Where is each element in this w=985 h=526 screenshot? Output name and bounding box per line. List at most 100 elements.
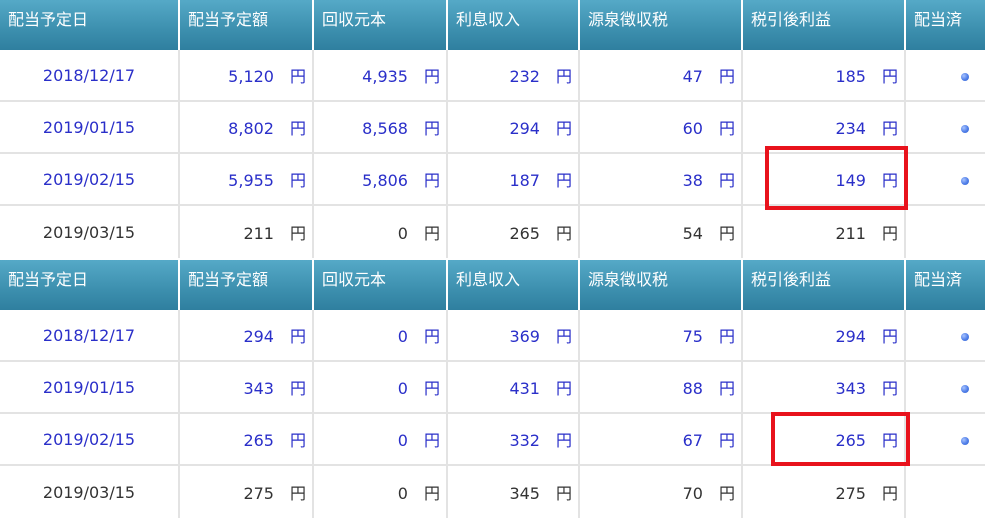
principal-cell: 0円 xyxy=(314,310,448,362)
net-value: 211 xyxy=(835,224,866,243)
date-cell: 2019/02/15 xyxy=(0,154,180,206)
table-row: 2019/03/15 211 円 0円 265 円 54 円 211 円 xyxy=(0,206,985,258)
unit-label: 円 xyxy=(718,171,735,190)
unit-label: 円 xyxy=(555,379,572,398)
principal-value: 4,935 xyxy=(362,67,408,86)
unit-label: 円 xyxy=(423,67,440,86)
unit-label: 円 xyxy=(718,484,735,503)
net-cell: 211 円 xyxy=(743,206,906,258)
amount-cell: 8,802 円 xyxy=(180,102,314,154)
date-cell: 2019/01/15 xyxy=(0,362,180,414)
paid-dot-icon xyxy=(961,72,969,81)
unit-label: 円 xyxy=(555,67,572,86)
principal-cell: 5,806 円 xyxy=(314,154,448,206)
table-row: 2019/01/15 343 円 0円 431 円 88 円 343 円 xyxy=(0,362,985,414)
table-row: 2018/12/17 5,120 円 4,935 円 232 円 47 円 185 円 xyxy=(0,50,985,102)
tax-cell: 60 円 xyxy=(580,102,743,154)
header-paid: 配当済 xyxy=(906,260,985,310)
interest-value: 332 xyxy=(509,431,540,450)
principal-cell: 0円 xyxy=(314,466,448,518)
unit-label: 円 xyxy=(289,484,306,503)
net-value: 234 xyxy=(835,119,866,138)
unit-label: 円 xyxy=(555,484,572,503)
tax-cell: 75 円 xyxy=(580,310,743,362)
interest-cell: 232 円 xyxy=(448,50,580,102)
paid-cell xyxy=(906,310,985,362)
table-row: 2018/12/17 294 円 0円 369 円 75 円 294 円 xyxy=(0,310,985,362)
net-value: 149 xyxy=(835,171,866,190)
principal-value: 0 xyxy=(397,431,408,450)
amount-value: 211 xyxy=(243,224,274,243)
principal-cell: 4,935 円 xyxy=(314,50,448,102)
amount-cell: 343 円 xyxy=(180,362,314,414)
header-scheduled-amount: 配当予定額 xyxy=(180,0,314,50)
unit-label: 円 xyxy=(289,67,306,86)
paid-cell xyxy=(906,154,985,206)
unit-label: 円 xyxy=(423,431,440,450)
table-row: 2019/01/15 8,802 円 8,568 円 294 円 60 円 234 円 xyxy=(0,102,985,154)
tax-value: 38 xyxy=(682,171,703,190)
net-cell: 185 円 xyxy=(743,50,906,102)
interest-cell: 332 円 xyxy=(448,414,580,466)
principal-cell: 0円 xyxy=(314,206,448,258)
unit-label: 円 xyxy=(423,327,440,346)
interest-cell: 187 円 xyxy=(448,154,580,206)
distribution-table-2: 配当予定日 配当予定額 回収元本 利息収入 源泉徴収税 税引後利益 配当済 20… xyxy=(0,260,985,518)
amount-cell: 265 円 xyxy=(180,414,314,466)
tax-value: 70 xyxy=(682,484,703,503)
unit-label: 円 xyxy=(718,379,735,398)
amount-cell: 211 円 xyxy=(180,206,314,258)
unit-label: 円 xyxy=(718,119,735,138)
unit-label: 円 xyxy=(289,379,306,398)
principal-value: 5,806 xyxy=(362,171,408,190)
interest-cell: 294 円 xyxy=(448,102,580,154)
header-principal: 回収元本 xyxy=(314,260,448,310)
unit-label: 円 xyxy=(881,67,898,86)
net-cell: 294 円 xyxy=(743,310,906,362)
tax-value: 88 xyxy=(682,379,703,398)
amount-cell: 5,120 円 xyxy=(180,50,314,102)
unit-label: 円 xyxy=(289,327,306,346)
unit-label: 円 xyxy=(289,119,306,138)
paid-dot-icon xyxy=(961,384,969,393)
net-value: 343 xyxy=(835,379,866,398)
amount-cell: 275 円 xyxy=(180,466,314,518)
unit-label: 円 xyxy=(555,431,572,450)
tax-value: 54 xyxy=(682,224,703,243)
amount-value: 5,120 xyxy=(228,67,274,86)
unit-label: 円 xyxy=(881,171,898,190)
unit-label: 円 xyxy=(718,67,735,86)
date-cell: 2019/02/15 xyxy=(0,414,180,466)
amount-value: 294 xyxy=(243,327,274,346)
amount-value: 265 xyxy=(243,431,274,450)
net-value: 275 xyxy=(835,484,866,503)
table-row: 2019/02/15 5,955 円 5,806 円 187 円 38 円 149 円 xyxy=(0,146,985,210)
header-withholding-tax: 源泉徴収税 xyxy=(580,0,743,50)
header-paid: 配当済 xyxy=(906,0,985,50)
interest-value: 345 xyxy=(509,484,540,503)
tax-cell: 47 円 xyxy=(580,50,743,102)
tax-value: 67 xyxy=(682,431,703,450)
table-row: 2019/02/15 265 円 0円 332 円 67 円 265 円 xyxy=(0,412,985,466)
interest-cell: 369 円 xyxy=(448,310,580,362)
tax-cell: 88 円 xyxy=(580,362,743,414)
net-cell: 234 円 xyxy=(743,102,906,154)
interest-value: 265 xyxy=(509,224,540,243)
date-cell: 2019/01/15 xyxy=(0,102,180,154)
net-value: 294 xyxy=(835,327,866,346)
amount-cell: 294 円 xyxy=(180,310,314,362)
unit-label: 円 xyxy=(289,431,306,450)
tax-cell: 67 円 xyxy=(580,414,743,466)
unit-label: 円 xyxy=(881,119,898,138)
paid-cell xyxy=(906,466,985,518)
date-cell: 2019/03/15 xyxy=(0,466,180,518)
date-cell: 2018/12/17 xyxy=(0,50,180,102)
principal-value: 0 xyxy=(397,327,408,346)
interest-cell: 265 円 xyxy=(448,206,580,258)
interest-value: 187 xyxy=(509,171,540,190)
paid-dot-icon xyxy=(961,176,969,185)
header-interest: 利息収入 xyxy=(448,0,580,50)
principal-cell: 0円 xyxy=(314,414,448,466)
net-value: 185 xyxy=(835,67,866,86)
unit-label: 円 xyxy=(423,224,440,243)
